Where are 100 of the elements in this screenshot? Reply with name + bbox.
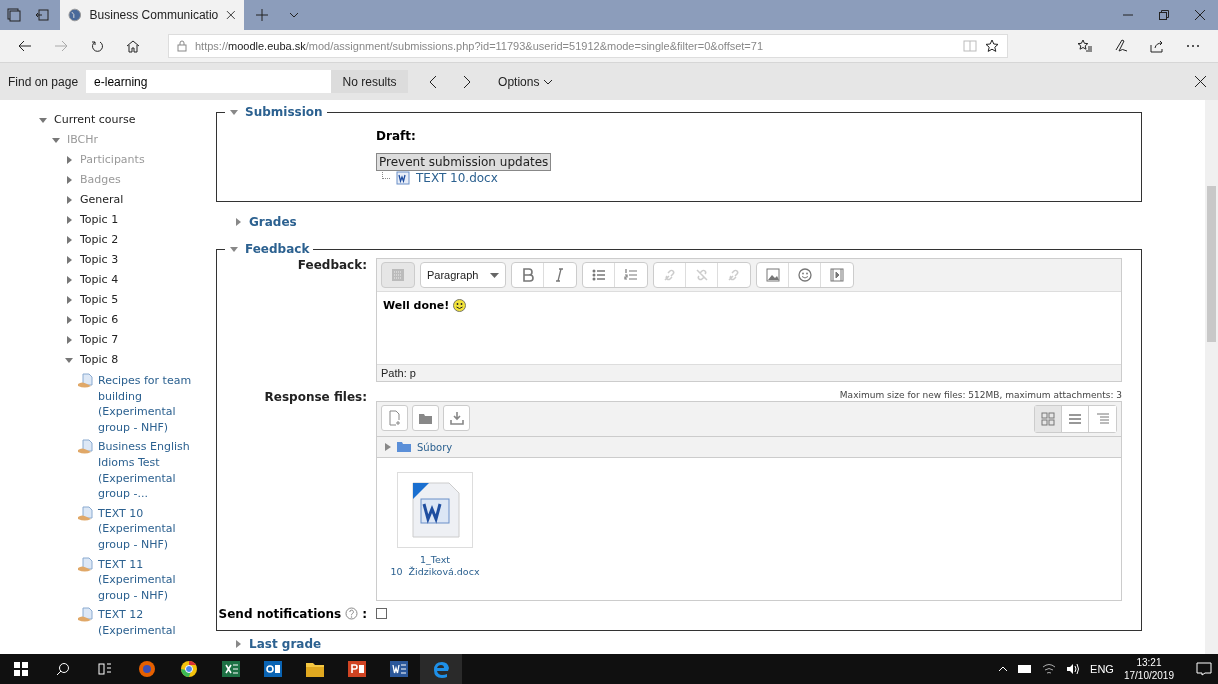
notifications-checkbox[interactable]: [376, 608, 387, 619]
tree-item[interactable]: Topic 2: [80, 230, 119, 250]
tree-item[interactable]: Current course: [54, 110, 136, 130]
speaker-icon[interactable]: [1066, 663, 1081, 675]
section-legend[interactable]: Grades: [249, 215, 297, 229]
caret-down-icon[interactable]: [229, 244, 239, 254]
caret-right-icon[interactable]: [64, 255, 74, 265]
tree-item[interactable]: Topic 3: [80, 250, 119, 270]
next-icon[interactable]: [463, 74, 472, 89]
battery-icon[interactable]: [1018, 665, 1033, 673]
caret-right-icon[interactable]: [64, 215, 74, 225]
chrome-icon[interactable]: [180, 660, 198, 678]
tree-item[interactable]: Topic 1: [80, 210, 119, 230]
text-editor[interactable]: Paragraph Well done! Path: p: [376, 258, 1122, 382]
close-icon[interactable]: [1194, 76, 1206, 87]
presentation-app-icon[interactable]: [348, 661, 366, 677]
options-button[interactable]: Options: [492, 73, 560, 90]
section-legend[interactable]: Last grade: [249, 637, 322, 651]
pen-icon[interactable]: [1114, 39, 1128, 53]
address-field[interactable]: https://moodle.euba.sk/mod/assignment/submissions.php?id=11793&userid=51912&mode=single&filter=0&offset=71: [168, 34, 1008, 58]
tree-item[interactable]: Topic 8: [80, 350, 119, 370]
caret-right-icon[interactable]: [233, 639, 243, 649]
find-field[interactable]: e-learning: [86, 70, 332, 93]
caret-right-icon[interactable]: [64, 335, 74, 345]
caret-right-icon[interactable]: [385, 443, 391, 451]
tree-item[interactable]: Topic 4: [80, 270, 119, 290]
previous-icon[interactable]: [429, 74, 438, 89]
tab-aside-icon[interactable]: [35, 9, 49, 21]
favorites-icon[interactable]: [1077, 39, 1093, 53]
tree-item[interactable]: Topic 6: [80, 310, 119, 330]
grid-view-button[interactable]: [1035, 406, 1062, 432]
task-view-icon[interactable]: [98, 662, 112, 676]
caret-down-icon[interactable]: [64, 355, 74, 365]
help-icon[interactable]: [345, 607, 359, 620]
list-view-button[interactable]: [1062, 406, 1089, 432]
activity-link[interactable]: Recipes for team building (Experimental group - NHF): [98, 373, 208, 436]
caret-right-icon[interactable]: [64, 175, 74, 185]
scrollbar[interactable]: [1205, 100, 1218, 654]
new-folder-button[interactable]: [412, 405, 439, 431]
caret-right-icon[interactable]: [64, 195, 74, 205]
caret-down-icon[interactable]: [38, 115, 48, 125]
tree-item[interactable]: General: [80, 190, 124, 210]
section-legend[interactable]: Submission: [245, 105, 323, 119]
caret-right-icon[interactable]: [64, 235, 74, 245]
format-dropdown[interactable]: Paragraph: [421, 263, 505, 287]
chevron-down-icon[interactable]: [289, 12, 299, 18]
caret-down-icon[interactable]: [51, 135, 61, 145]
tree-item[interactable]: Topic 5: [80, 290, 119, 310]
lock-icon: [177, 40, 187, 52]
caret-right-icon[interactable]: [64, 275, 74, 285]
browser-tab[interactable]: Business Communicatio: [60, 0, 244, 30]
share-icon[interactable]: [1150, 39, 1164, 53]
caret-icon: [490, 272, 499, 278]
tabs-icon[interactable]: [7, 8, 21, 22]
notifications-icon[interactable]: [1196, 662, 1212, 676]
tree-item[interactable]: Topic 7: [80, 330, 119, 350]
back-icon[interactable]: [18, 40, 32, 52]
caret-right-icon[interactable]: [64, 315, 74, 325]
film-icon: [829, 267, 845, 283]
activity-link[interactable]: TEXT 10 (Experimental group - NHF): [98, 505, 208, 553]
link-icon: [726, 267, 742, 283]
toolbar-toggle-icon: [390, 267, 406, 283]
mail-app-icon[interactable]: [264, 661, 282, 677]
more-icon[interactable]: [1186, 44, 1200, 48]
activity-link[interactable]: TEXT 11 (Experimental group - NHF): [98, 556, 208, 604]
caret-right-icon[interactable]: [233, 217, 243, 227]
file-link[interactable]: TEXT 10.docx: [416, 171, 498, 185]
file-name[interactable]: 1_Text 10 Židziková.docx: [390, 554, 480, 578]
new-file-icon: [387, 410, 402, 426]
windows-icon[interactable]: [14, 662, 28, 676]
refresh-icon[interactable]: [90, 39, 104, 53]
limits-text: Maximum size for new files: 512MB, maximum attachments: 3: [838, 389, 1122, 400]
section-legend[interactable]: Feedback: [245, 242, 310, 256]
field-label: Send notifications: [218, 606, 342, 621]
spreadsheet-app-icon[interactable]: [222, 661, 240, 677]
folder-icon[interactable]: [306, 661, 324, 677]
activity-link[interactable]: Business English Idioms Test (Experimental group -...: [98, 439, 208, 502]
plus-icon[interactable]: [256, 9, 268, 21]
language-indicator[interactable]: ENG: [1090, 663, 1114, 675]
caret-right-icon[interactable]: [64, 155, 74, 165]
editor-path: Path: p: [377, 364, 1121, 381]
folder-link[interactable]: Súbory: [417, 441, 453, 453]
prevent-updates-button[interactable]: Prevent submission updates: [376, 153, 552, 171]
close-icon[interactable]: [1195, 10, 1205, 20]
star-icon[interactable]: [985, 39, 999, 53]
search-icon[interactable]: [56, 662, 70, 676]
clock[interactable]: 13:21 17/10/2019: [1123, 656, 1174, 682]
home-icon[interactable]: [126, 39, 140, 53]
chevron-up-icon[interactable]: [998, 666, 1009, 672]
wifi-icon[interactable]: [1042, 663, 1057, 675]
caret-down-icon[interactable]: [229, 107, 239, 117]
activity-link[interactable]: TEXT 12 (Experimental: [98, 607, 208, 639]
caret-right-icon[interactable]: [64, 295, 74, 305]
firefox-icon[interactable]: [138, 660, 156, 678]
edge-browser-icon[interactable]: [432, 660, 450, 678]
download-button[interactable]: [443, 405, 470, 431]
scrollbar-thumb[interactable]: [1207, 186, 1216, 342]
document-app-icon[interactable]: [390, 661, 408, 677]
restore-icon[interactable]: [1159, 10, 1169, 20]
close-icon[interactable]: [226, 10, 236, 20]
